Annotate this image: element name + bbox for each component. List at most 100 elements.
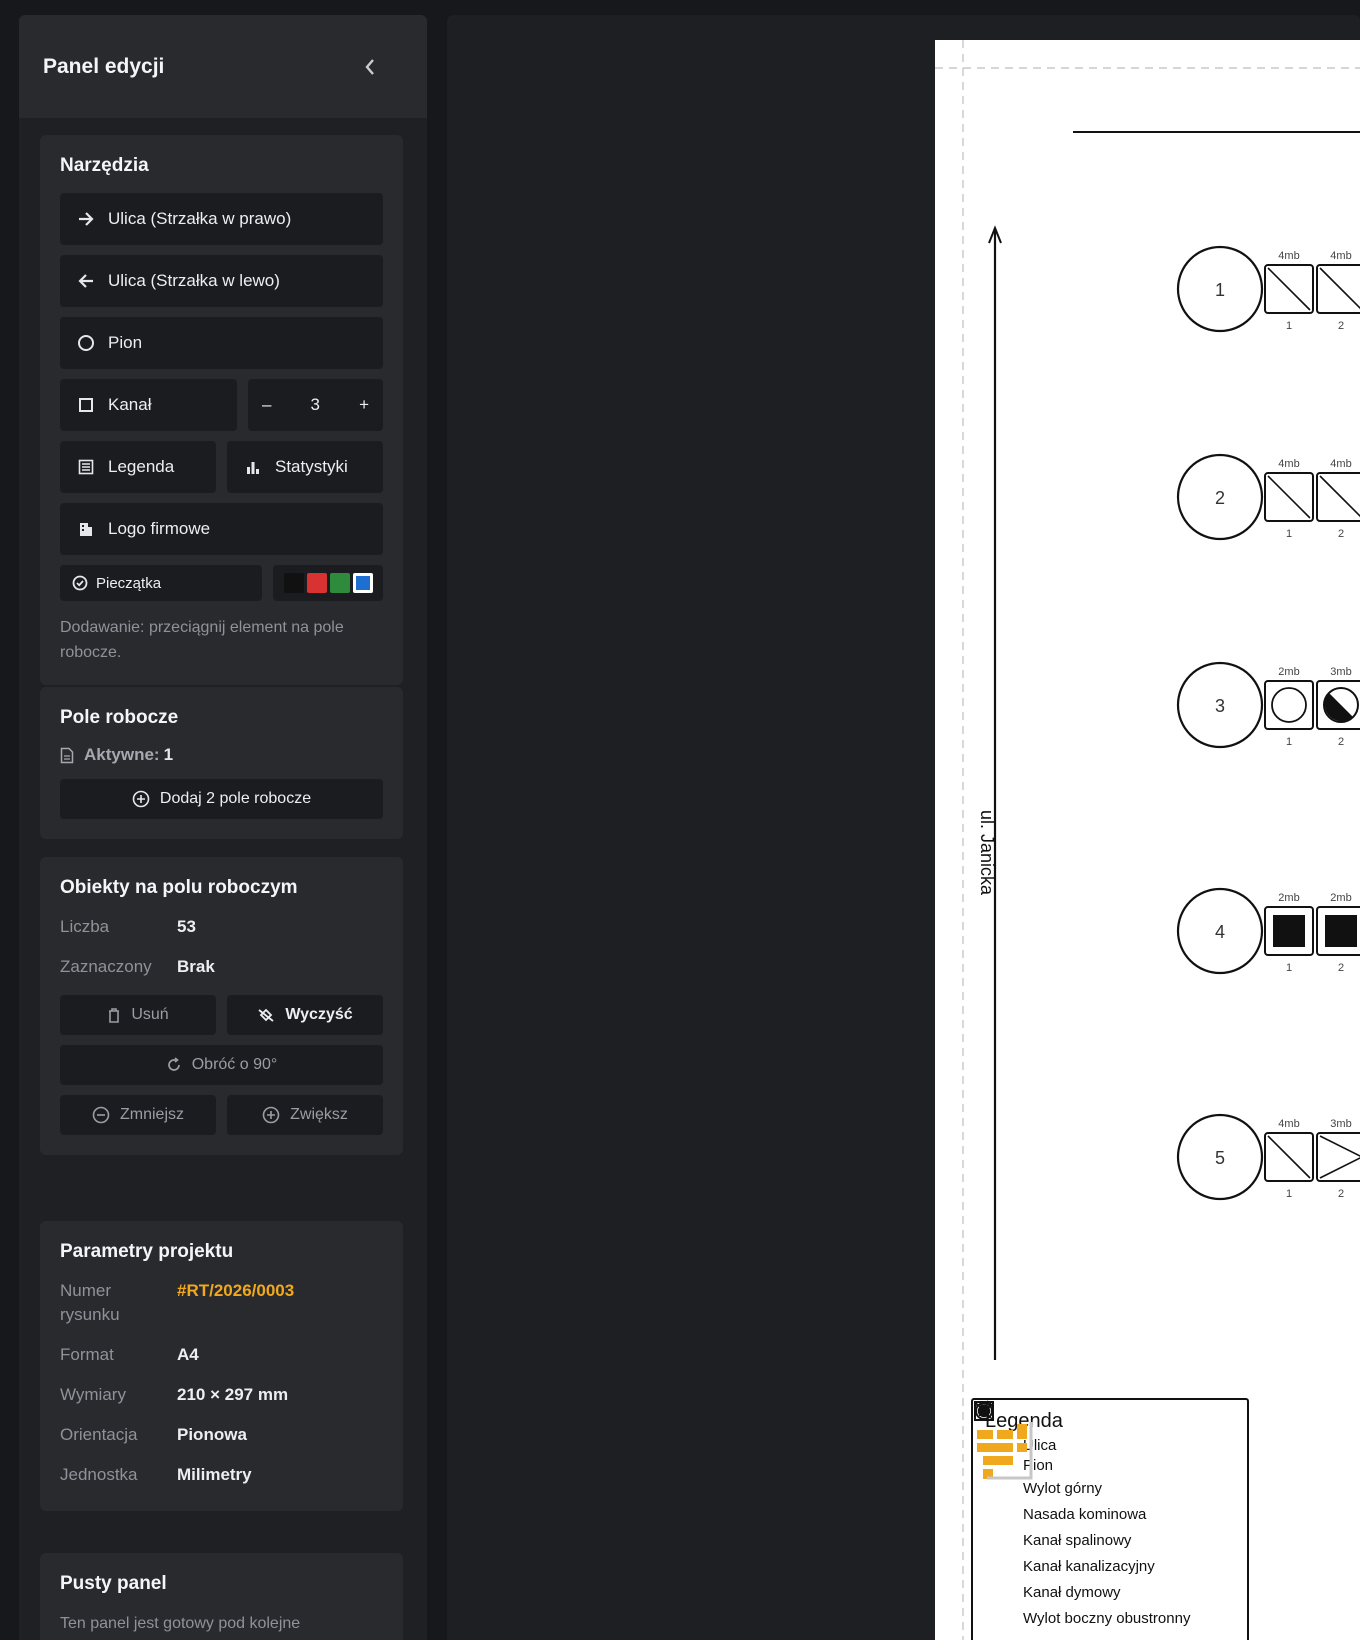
- minus-circle-icon: [92, 1106, 110, 1124]
- channel[interactable]: 4mb 1: [1264, 250, 1314, 332]
- clear-button[interactable]: Wyczyść: [227, 995, 383, 1035]
- selected-label: Zaznaczony: [60, 957, 152, 976]
- filled-square-icon: [974, 1401, 1011, 1603]
- legend-item-label: Wylot górny: [1023, 1479, 1103, 1497]
- legend-item-label: Nasada kominowa: [1023, 1505, 1147, 1523]
- channel-number: 2: [1338, 736, 1344, 748]
- unit-row: Jednostka Milimetry: [60, 1463, 383, 1487]
- orient-label: Orientacja: [60, 1425, 138, 1444]
- channel[interactable]: 3mb 2: [1316, 1118, 1360, 1200]
- street-right-tool[interactable]: Ulica (Strzałka w prawo): [60, 193, 383, 245]
- orientation-row: Orientacja Pionowa: [60, 1423, 383, 1447]
- unit-label: Jednostka: [60, 1465, 138, 1484]
- number-label: Numer rysunku: [60, 1281, 120, 1324]
- legend-item-label: Wylot boczny obustronny: [1023, 1609, 1191, 1627]
- empty-text: Ten panel jest gotowy pod kolejne: [60, 1615, 301, 1632]
- enlarge-label: Zwiększ: [290, 1106, 348, 1123]
- dims-value: 210 × 297 mm: [177, 1385, 289, 1404]
- color-swatch-red[interactable]: [306, 573, 327, 593]
- channel-number: 1: [1286, 1188, 1292, 1200]
- pion-tool[interactable]: Pion: [60, 317, 383, 369]
- stepper-plus-button[interactable]: +: [359, 395, 369, 415]
- clear-label: Wyczyść: [285, 1006, 353, 1023]
- unit-value: Milimetry: [177, 1465, 252, 1484]
- drawing-page[interactable]: 1 4mb 1 4mb 2 2 4mb 1 4mb 2 3 2mb 1 3mb 2 4 2mb 1 2mb 2 5 4mb…: [935, 40, 1360, 1640]
- shrink-button[interactable]: Zmniejsz: [60, 1095, 216, 1135]
- company-logo-label: Logo firmowe: [108, 519, 211, 538]
- kanal-label: Kanał: [108, 395, 152, 414]
- pion-3[interactable]: 3 2mb 1 3mb 2: [1176, 661, 1360, 749]
- pion-label: Pion: [108, 333, 143, 352]
- channel[interactable]: 2mb 2: [1316, 892, 1360, 974]
- channel[interactable]: 3mb 2: [1316, 666, 1360, 748]
- kanal-count-value: 3: [310, 395, 320, 414]
- circle-icon: [76, 333, 96, 353]
- color-swatch-green[interactable]: [329, 573, 350, 593]
- tools-title: Narzędzia: [60, 155, 149, 176]
- stepper-minus-button[interactable]: –: [262, 395, 271, 415]
- plus-circle-icon: [262, 1106, 280, 1124]
- channel-number: 1: [1286, 320, 1292, 332]
- orient-value: Pionowa: [177, 1425, 247, 1444]
- pion-5[interactable]: 5 4mb 1 3mb 2: [1176, 1113, 1360, 1201]
- workspace-title: Pole robocze: [60, 707, 179, 728]
- dims-label: Wymiary: [60, 1385, 126, 1404]
- file-icon: [60, 747, 74, 764]
- eraser-icon: [257, 1007, 275, 1023]
- bar-chart-icon: [243, 457, 263, 477]
- color-swatch-blue[interactable]: [352, 573, 373, 593]
- pion-4[interactable]: 4 2mb 1 2mb 2: [1176, 887, 1360, 975]
- channel[interactable]: 4mb 2: [1316, 250, 1360, 332]
- kanal-tool[interactable]: Kanał: [60, 379, 237, 431]
- street-left-tool[interactable]: Ulica (Strzałka w lewo): [60, 255, 383, 307]
- delete-button[interactable]: Usuń: [60, 995, 216, 1035]
- pion-1[interactable]: 1 4mb 1 4mb 2: [1176, 245, 1360, 333]
- pion-2[interactable]: 2 4mb 1 4mb 2: [1176, 453, 1360, 541]
- pion-number: 4: [1215, 922, 1225, 942]
- color-swatch-black[interactable]: [283, 573, 304, 593]
- half-circle-icon: [974, 1401, 1011, 1577]
- objects-selected-row: Zaznaczony Brak: [60, 955, 383, 979]
- drawing-number: #RT/2026/0003: [177, 1281, 295, 1300]
- active-label: Aktywne:: [84, 745, 160, 764]
- rotate-button[interactable]: Obróć o 90°: [60, 1045, 383, 1085]
- filled-circle-icon: [974, 1401, 1011, 1551]
- street-label[interactable]: ul. Janicka: [976, 810, 997, 895]
- square-icon: [76, 395, 96, 415]
- channel-number: 2: [1338, 528, 1344, 540]
- selected-value: Brak: [177, 957, 215, 976]
- building-icon: [76, 519, 96, 539]
- channel[interactable]: 4mb 1: [1264, 1118, 1314, 1200]
- channel-length: 3mb: [1330, 666, 1351, 678]
- channel[interactable]: 2mb 1: [1264, 666, 1314, 748]
- channel-number: 1: [1286, 528, 1292, 540]
- channel-box: [1316, 1132, 1360, 1182]
- channel-number: 1: [1286, 962, 1292, 974]
- company-logo-tool[interactable]: Logo firmowe: [60, 503, 383, 555]
- empty-panel-card: Pusty panel Ten panel jest gotowy pod ko…: [40, 1553, 403, 1640]
- street-left-label: Ulica (Strzałka w lewo): [108, 271, 280, 290]
- street-right-label: Ulica (Strzałka w prawo): [108, 209, 292, 228]
- format-value: A4: [177, 1345, 199, 1364]
- workspace-canvas[interactable]: 1 4mb 1 4mb 2 2 4mb 1 4mb 2 3 2mb 1 3mb 2 4 2mb 1 2mb 2 5 4mb…: [447, 15, 1360, 1640]
- objects-count-row: Liczba 53: [60, 915, 383, 939]
- panel-header: Panel edycji: [19, 15, 427, 118]
- legend-box[interactable]: Legenda Ulica Pion Wylot górny Nasada komin…: [971, 1398, 1249, 1640]
- channel-number: 2: [1338, 962, 1344, 974]
- channel[interactable]: 4mb 2: [1316, 458, 1360, 540]
- channel[interactable]: 2mb 1: [1264, 892, 1314, 974]
- stamp-tool[interactable]: Pieczątka: [60, 565, 262, 601]
- add-workspace-button[interactable]: Dodaj 2 pole robocze: [60, 779, 383, 819]
- enlarge-button[interactable]: Zwiększ: [227, 1095, 383, 1135]
- legend-label: Legenda: [108, 457, 175, 476]
- legend-tool[interactable]: Legenda: [60, 441, 216, 493]
- legend-item: Nasada kominowa: [974, 1401, 1235, 1527]
- shrink-label: Zmniejsz: [119, 1106, 184, 1123]
- project-params-card: Parametry projektu Numer rysunku #RT/202…: [40, 1221, 403, 1511]
- channel-fill: [1325, 915, 1357, 947]
- channel[interactable]: 4mb 1: [1264, 458, 1314, 540]
- stats-tool[interactable]: Statystyki: [227, 441, 383, 493]
- active-workspace: Aktywne: 1: [60, 745, 383, 765]
- collapse-panel-button[interactable]: [359, 56, 381, 78]
- pion-number: 5: [1215, 1148, 1225, 1168]
